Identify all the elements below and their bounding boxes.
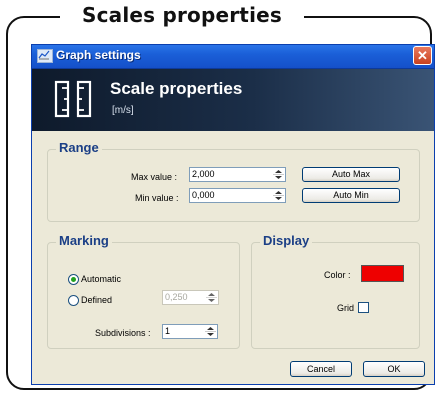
subdivisions-input[interactable]: 1 (162, 324, 218, 339)
max-value-label: Max value : (131, 172, 178, 182)
banner-unit: [m/s] (112, 105, 134, 116)
subdivisions-text: 1 (165, 326, 171, 336)
spinner-arrows-icon[interactable] (205, 326, 216, 337)
subdivisions-label: Subdivisions : (95, 328, 151, 338)
max-value-input[interactable]: 2,000 (189, 167, 286, 182)
window-app-icon (37, 49, 53, 63)
banner: Scale properties [m/s] (32, 69, 434, 131)
auto-max-button[interactable]: Auto Max (302, 167, 400, 182)
range-group-title: Range (56, 140, 102, 155)
marking-group: Marking Automatic Defined 0,250 Subdivis… (47, 233, 240, 349)
grid-checkbox[interactable] (358, 302, 369, 313)
graph-settings-window: Graph settings ✕ Scale properties [m/s] … (31, 44, 435, 385)
defined-interval-text: 0,250 (165, 292, 188, 302)
automatic-label[interactable]: Automatic (81, 274, 121, 284)
min-value-text: 0,000 (192, 190, 215, 200)
defined-label[interactable]: Defined (81, 295, 112, 305)
display-group-title: Display (260, 233, 313, 248)
grid-label: Grid (337, 303, 355, 313)
defined-interval-input[interactable]: 0,250 (162, 290, 219, 305)
close-button[interactable]: ✕ (413, 46, 432, 65)
color-label: Color : (324, 270, 351, 280)
automatic-radio[interactable] (68, 274, 79, 285)
cancel-button[interactable]: Cancel (290, 361, 352, 377)
min-value-input[interactable]: 0,000 (189, 188, 286, 203)
color-swatch[interactable] (361, 265, 404, 282)
spinner-arrows-icon[interactable] (273, 190, 284, 201)
max-value-text: 2,000 (192, 169, 215, 179)
marking-group-title: Marking (56, 233, 112, 248)
banner-title: Scale properties (110, 79, 243, 98)
spinner-arrows-icon[interactable] (206, 292, 217, 303)
min-value-label: Min value : (135, 193, 179, 203)
range-group: Range Max value : 2,000 Auto Max Min val… (47, 140, 420, 222)
spinner-arrows-icon[interactable] (273, 169, 284, 180)
scale-icon (54, 80, 92, 118)
auto-min-button[interactable]: Auto Min (302, 188, 400, 203)
display-group: Display Color : Grid (251, 233, 420, 349)
radio-selected-dot (71, 277, 76, 282)
ok-button[interactable]: OK (363, 361, 425, 377)
defined-radio[interactable] (68, 295, 79, 306)
window-titlebar[interactable]: Graph settings ✕ (32, 45, 434, 69)
page-heading: Scales properties (60, 3, 304, 27)
window-title: Graph settings (56, 48, 141, 62)
